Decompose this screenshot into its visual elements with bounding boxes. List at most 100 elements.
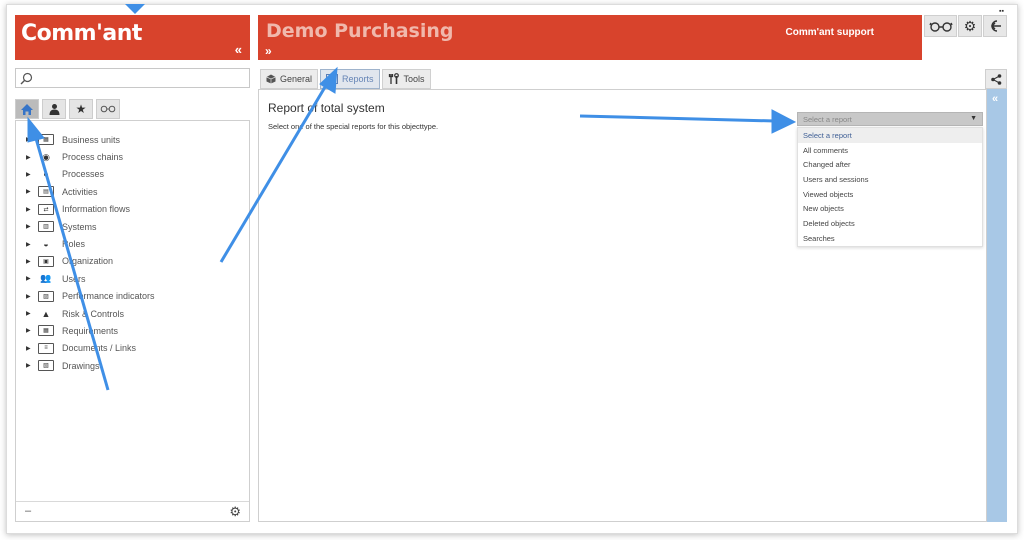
kpi-icon: ▨ — [38, 290, 54, 302]
expand-triangle-icon[interactable]: ▶ — [26, 258, 38, 265]
dropdown-option[interactable]: New objects — [798, 201, 982, 216]
expand-triangle-icon[interactable]: ▶ — [26, 327, 38, 334]
tree-item-label: Risk & Controls — [62, 308, 125, 319]
search-box — [15, 68, 250, 88]
tree-item-processes[interactable]: ▶ ● Processes — [26, 166, 155, 183]
expand-triangle-icon[interactable]: ▶ — [26, 345, 38, 352]
logo-bar: Comm'ant « — [15, 15, 250, 60]
process-icon: ● — [43, 169, 49, 180]
dropdown-option[interactable]: Deleted objects — [798, 216, 982, 231]
tree-item-business-units[interactable]: ▶ ▦ Business units — [26, 131, 155, 148]
tree-item-label: Information flows — [62, 204, 131, 215]
activity-icon: ▤ — [38, 186, 54, 198]
expand-button[interactable]: » — [265, 44, 272, 58]
logout-button[interactable] — [983, 15, 1007, 37]
dropdown-option[interactable]: Viewed objects — [798, 187, 982, 202]
dropdown-option[interactable]: Searches — [798, 231, 982, 246]
tree-item-requirements[interactable]: ▶ ▦ Requirements — [26, 322, 155, 339]
nav-tab-favorites[interactable]: ★ — [69, 99, 93, 119]
tree-item-users[interactable]: ▶ 👥 Users — [26, 270, 155, 287]
expand-triangle-icon[interactable]: ▶ — [26, 362, 38, 369]
tree-item-drawings[interactable]: ▶ ▧ Drawings — [26, 357, 155, 374]
tree-item-activities[interactable]: ▶ ▤ Activities — [26, 183, 155, 200]
expand-triangle-icon[interactable]: ▶ — [26, 171, 38, 178]
expand-triangle-icon[interactable]: ▶ — [26, 154, 38, 161]
tree-item-roles[interactable]: ▶ ◒ Roles — [26, 235, 155, 252]
corner-mark: ▪▪ — [999, 8, 1004, 15]
glasses-button[interactable] — [924, 15, 957, 37]
tree-item-systems[interactable]: ▶ ▥ Systems — [26, 218, 155, 235]
content-panel: Report of total system Select one of the… — [258, 89, 987, 522]
nav-tab-home[interactable] — [15, 99, 39, 119]
dropdown-option[interactable]: Users and sessions — [798, 172, 982, 187]
expand-triangle-icon[interactable]: ▶ — [26, 136, 38, 143]
glasses-icon — [928, 22, 953, 32]
tree-settings-gear-icon[interactable]: ⚙ — [229, 504, 241, 520]
expand-triangle-icon[interactable]: ▶ — [26, 188, 38, 195]
tree-item-label: Business units — [62, 134, 121, 145]
tab-label: Reports — [342, 74, 374, 84]
expand-triangle-icon[interactable]: ▶ — [26, 275, 38, 282]
report-select[interactable]: Select a report ▼ — [797, 112, 983, 126]
support-link[interactable]: Comm'ant support — [786, 27, 875, 38]
home-icon — [21, 103, 33, 115]
tree-item-label: Performance indicators — [62, 291, 155, 302]
tree-footer: – ⚙ — [16, 501, 249, 521]
star-icon: ★ — [75, 102, 87, 116]
page-subtitle: Select one of the special reports for th… — [268, 122, 439, 131]
process-chain-icon: ◉ — [42, 151, 50, 162]
header-icon-group: ⚙ — [924, 15, 1007, 37]
tree-item-label: Organization — [62, 256, 114, 267]
tree-item-information-flows[interactable]: ▶ ⇄ Information flows — [26, 201, 155, 218]
role-icon: ◒ — [43, 239, 49, 250]
expand-triangle-icon[interactable]: ▶ — [26, 206, 38, 213]
collapse-right-button[interactable]: « — [992, 93, 998, 105]
gear-icon: ⚙ — [963, 17, 977, 34]
expand-triangle-icon[interactable]: ▶ — [26, 310, 38, 317]
nav-tab-user[interactable] — [42, 99, 66, 119]
tree-item-documents-links[interactable]: ▶ ≡ Documents / Links — [26, 340, 155, 357]
tree-item-process-chains[interactable]: ▶ ◉ Process chains — [26, 148, 155, 165]
system-icon: ▥ — [38, 221, 54, 233]
nav-tab-glasses[interactable] — [96, 99, 120, 119]
share-icon — [990, 73, 1001, 85]
document-icon: ≡ — [38, 342, 54, 354]
dropdown-option[interactable]: All comments — [798, 143, 982, 158]
tab-reports[interactable]: Reports — [320, 69, 380, 89]
share-button[interactable] — [985, 69, 1007, 89]
search-input[interactable] — [38, 70, 243, 86]
tree-item-label: Process chains — [62, 152, 124, 163]
tab-general[interactable]: General — [260, 69, 319, 89]
title-bar: Demo Purchasing » Comm'ant support — [258, 15, 922, 60]
expand-triangle-icon[interactable]: ▶ — [26, 223, 38, 230]
tree-item-label: Systems — [62, 221, 97, 232]
content-tabs: General Reports Tools — [260, 69, 431, 89]
tab-tools[interactable]: Tools — [381, 69, 431, 89]
tree-item-label: Roles — [62, 239, 86, 250]
logo[interactable]: Comm'ant — [21, 21, 142, 46]
collapse-left-button[interactable]: « — [235, 42, 242, 57]
tree-item-label: Activities — [62, 186, 98, 197]
tree-item-risk-controls[interactable]: ▶ ▲ Risk & Controls — [26, 305, 155, 322]
object-tree: ▶ ▦ Business units ▶ ◉ Process chains ▶ ● Proc… — [26, 131, 155, 374]
expand-triangle-icon[interactable]: ▶ — [26, 241, 38, 248]
tree-item-performance-indicators[interactable]: ▶ ▨ Performance indicators — [26, 288, 155, 305]
page-title: Report of total system — [268, 101, 385, 115]
settings-button[interactable]: ⚙ — [958, 15, 982, 37]
dropdown-option[interactable]: Changed after — [798, 157, 982, 172]
users-icon: 👥 — [40, 273, 52, 284]
report-icon — [326, 74, 339, 84]
tree-item-label: Drawings — [62, 360, 100, 371]
right-collapse-strip[interactable]: « — [987, 89, 1007, 522]
search-icon — [20, 72, 33, 85]
collapse-all-button[interactable]: – — [25, 505, 31, 517]
tree-item-label: Documents / Links — [62, 343, 137, 354]
tab-label: General — [280, 74, 313, 84]
expand-triangle-icon[interactable]: ▶ — [26, 293, 38, 300]
nav-tabs: ★ — [15, 99, 120, 119]
tree-item-organization[interactable]: ▶ ▣ Organization — [26, 253, 155, 270]
tools-icon — [388, 73, 399, 84]
dropdown-option[interactable]: Select a report — [798, 128, 982, 143]
tree-item-label: Users — [62, 273, 86, 284]
tree-item-label: Requirements — [62, 325, 119, 336]
